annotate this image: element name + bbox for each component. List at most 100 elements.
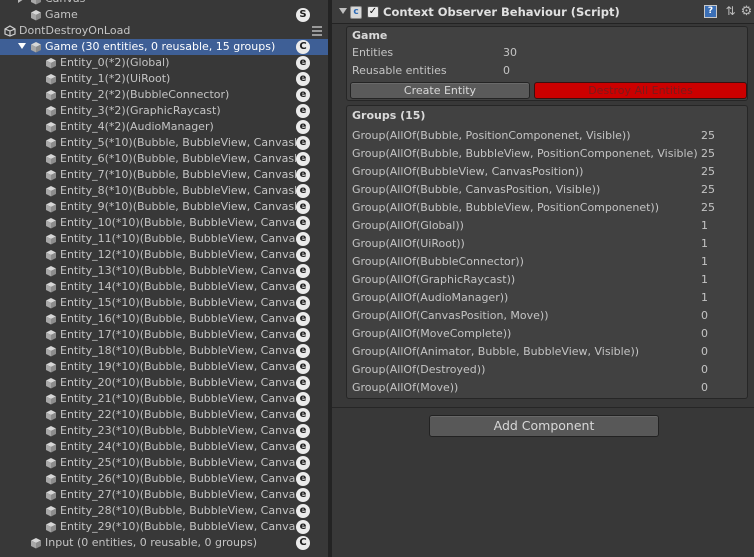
hierarchy-row[interactable]: Entity_17(*10)(Bubble, BubbleView, Canva… — [0, 327, 328, 343]
group-count: 0 — [701, 381, 708, 394]
hierarchy-row-label: Entity_10(*10)(Bubble, BubbleView, Canva… — [60, 216, 296, 229]
component-enabled-checkbox[interactable]: ✓ — [367, 6, 379, 18]
entitas-badge-icon: e — [296, 312, 310, 326]
hierarchy-row-label: Entity_18(*10)(Bubble, BubbleView, Canva… — [60, 344, 296, 357]
hierarchy-row[interactable]: Entity_26(*10)(Bubble, BubbleView, Canva… — [0, 471, 328, 487]
hierarchy-row-label: Entity_20(*10)(Bubble, BubbleView, Canva… — [60, 376, 296, 389]
destroy-all-entities-button[interactable]: Destroy All Entities — [534, 82, 747, 99]
expand-arrow-down-icon[interactable] — [18, 43, 26, 49]
hierarchy-row[interactable]: Entity_19(*10)(Bubble, BubbleView, Canva… — [0, 359, 328, 375]
hierarchy-row[interactable]: Entity_9(*10)(Bubble, BubbleView, Canvas… — [0, 199, 328, 215]
hierarchy-row[interactable]: Entity_5(*10)(Bubble, BubbleView, Canvas… — [0, 135, 328, 151]
hierarchy-row[interactable]: Entity_15(*10)(Bubble, BubbleView, Canva… — [0, 295, 328, 311]
hierarchy-row-label: Entity_27(*10)(Bubble, BubbleView, Canva… — [60, 488, 296, 501]
hierarchy-row[interactable]: Entity_6(*10)(Bubble, BubbleView, Canvas… — [0, 151, 328, 167]
hierarchy-row[interactable]: Game S — [0, 7, 328, 23]
hierarchy-row[interactable]: Entity_28(*10)(Bubble, BubbleView, Canva… — [0, 503, 328, 519]
hierarchy-row[interactable]: Game (30 entities, 0 reusable, 15 groups… — [0, 39, 328, 55]
entitas-badge-icon: e — [296, 264, 310, 278]
hierarchy-row-label: Entity_4(*2)(AudioManager) — [60, 120, 214, 133]
hierarchy-row[interactable]: Entity_2(*2)(BubbleConnector) e — [0, 87, 328, 103]
hierarchy-row-label: Entity_1(*2)(UiRoot) — [60, 72, 171, 85]
hierarchy-row[interactable]: Entity_18(*10)(Bubble, BubbleView, Canva… — [0, 343, 328, 359]
hierarchy-row-label: Entity_5(*10)(Bubble, BubbleView, Canvas… — [60, 136, 296, 149]
hierarchy-row[interactable]: Entity_20(*10)(Bubble, BubbleView, Canva… — [0, 375, 328, 391]
gameobject-cube-icon — [45, 57, 57, 69]
group-name: Group(AllOf(BubbleView, CanvasPosition)) — [352, 165, 584, 178]
hierarchy-row[interactable]: Entity_10(*10)(Bubble, BubbleView, Canva… — [0, 215, 328, 231]
hierarchy-row[interactable]: Entity_22(*10)(Bubble, BubbleView, Canva… — [0, 407, 328, 423]
gear-icon[interactable]: ⚙ — [740, 5, 753, 18]
hierarchy-row-label: Entity_9(*10)(Bubble, BubbleView, Canvas… — [60, 200, 296, 213]
gameobject-cube-icon — [45, 489, 57, 501]
hierarchy-panel: CanvasGame S DontDestroyOnLoad Game (30 ent… — [0, 0, 328, 557]
hierarchy-row[interactable]: Entity_7(*10)(Bubble, BubbleView, Canvas… — [0, 167, 328, 183]
hierarchy-row[interactable]: Entity_3(*2)(GraphicRaycast) e — [0, 103, 328, 119]
entitas-badge-icon: S — [296, 8, 310, 22]
hierarchy-row[interactable]: Entity_21(*10)(Bubble, BubbleView, Canva… — [0, 391, 328, 407]
entitas-badge-icon: e — [296, 216, 310, 230]
hierarchy-row-label: Entity_26(*10)(Bubble, BubbleView, Canva… — [60, 472, 296, 485]
group-count: 1 — [701, 291, 708, 304]
hierarchy-row[interactable]: Input (0 entities, 0 reusable, 0 groups)… — [0, 535, 328, 551]
entitas-badge-icon: e — [296, 408, 310, 422]
game-section: Game Entities 30 Reusable entities 0 Cre… — [346, 26, 748, 101]
hierarchy-row[interactable]: Entity_11(*10)(Bubble, BubbleView, Canva… — [0, 231, 328, 247]
gameobject-cube-icon — [45, 377, 57, 389]
groups-section-title: Groups (15) — [352, 109, 426, 122]
hierarchy-row[interactable]: Entity_27(*10)(Bubble, BubbleView, Canva… — [0, 487, 328, 503]
gameobject-cube-icon — [45, 281, 57, 293]
gameobject-cube-icon — [45, 473, 57, 485]
gameobject-cube-icon — [45, 297, 57, 309]
entitas-badge-icon: e — [296, 280, 310, 294]
add-component-button[interactable]: Add Component — [429, 415, 659, 437]
hierarchy-row[interactable]: Entity_13(*10)(Bubble, BubbleView, Canva… — [0, 263, 328, 279]
hierarchy-row-label: Entity_23(*10)(Bubble, BubbleView, Canva… — [60, 424, 296, 437]
hierarchy-row[interactable]: Entity_16(*10)(Bubble, BubbleView, Canva… — [0, 311, 328, 327]
gameobject-cube-icon — [45, 137, 57, 149]
hierarchy-row[interactable]: Entity_1(*2)(UiRoot) e — [0, 71, 328, 87]
hierarchy-row[interactable]: Entity_4(*2)(AudioManager) e — [0, 119, 328, 135]
entitas-badge-icon: e — [296, 232, 310, 246]
hierarchy-row[interactable]: Entity_14(*10)(Bubble, BubbleView, Canva… — [0, 279, 328, 295]
group-row: Group(AllOf(UiRoot)) 1 — [352, 235, 747, 253]
preset-icon[interactable]: ⇅ — [724, 5, 737, 18]
hierarchy-row-label: Entity_24(*10)(Bubble, BubbleView, Canva… — [60, 440, 296, 453]
scene-menu-icon[interactable] — [312, 26, 324, 36]
hierarchy-row[interactable]: Canvas — [0, 0, 328, 7]
gameobject-cube-icon — [30, 9, 42, 21]
gameobject-cube-icon — [45, 105, 57, 117]
group-row: Group(AllOf(Move)) 0 — [352, 379, 747, 397]
expand-arrow-right-icon[interactable] — [18, 0, 24, 3]
gameobject-cube-icon — [45, 265, 57, 277]
help-icon[interactable]: ? — [704, 5, 717, 18]
gameobject-cube-icon — [45, 249, 57, 261]
group-name: Group(AllOf(Destroyed)) — [352, 363, 486, 376]
gameobject-cube-icon — [45, 217, 57, 229]
gameobject-cube-icon — [45, 233, 57, 245]
entitas-badge-icon: C — [296, 40, 310, 54]
hierarchy-row-label: Entity_12(*10)(Bubble, BubbleView, Canva… — [60, 248, 296, 261]
hierarchy-row-label: Entity_7(*10)(Bubble, BubbleView, Canvas… — [60, 168, 296, 181]
group-row: Group(AllOf(Animator, Bubble, BubbleView… — [352, 343, 747, 361]
entities-label: Entities — [352, 46, 394, 59]
entitas-badge-icon: C — [296, 536, 310, 550]
hierarchy-row[interactable]: Entity_25(*10)(Bubble, BubbleView, Canva… — [0, 455, 328, 471]
hierarchy-row[interactable]: DontDestroyOnLoad — [0, 23, 328, 39]
component-header[interactable]: c ✓ Context Observer Behaviour (Script) … — [332, 0, 754, 24]
component-foldout-icon[interactable] — [339, 8, 347, 14]
create-entity-button[interactable]: Create Entity — [350, 82, 530, 99]
group-name: Group(AllOf(Move)) — [352, 381, 459, 394]
hierarchy-row[interactable]: Entity_0(*2)(Global) e — [0, 55, 328, 71]
entitas-badge-icon: e — [296, 488, 310, 502]
gameobject-cube-icon — [45, 153, 57, 165]
group-row: Group(AllOf(Bubble, CanvasPosition, Visi… — [352, 181, 747, 199]
hierarchy-row[interactable]: Entity_8(*10)(Bubble, BubbleView, Canvas… — [0, 183, 328, 199]
group-name: Group(AllOf(Animator, Bubble, BubbleView… — [352, 345, 640, 358]
hierarchy-row[interactable]: Entity_12(*10)(Bubble, BubbleView, Canva… — [0, 247, 328, 263]
gameobject-cube-icon — [45, 201, 57, 213]
hierarchy-row[interactable]: Entity_23(*10)(Bubble, BubbleView, Canva… — [0, 423, 328, 439]
hierarchy-row[interactable]: Entity_29(*10)(Bubble, BubbleView, Canva… — [0, 519, 328, 535]
group-row: Group(AllOf(BubbleConnector)) 1 — [352, 253, 747, 271]
hierarchy-row[interactable]: Entity_24(*10)(Bubble, BubbleView, Canva… — [0, 439, 328, 455]
